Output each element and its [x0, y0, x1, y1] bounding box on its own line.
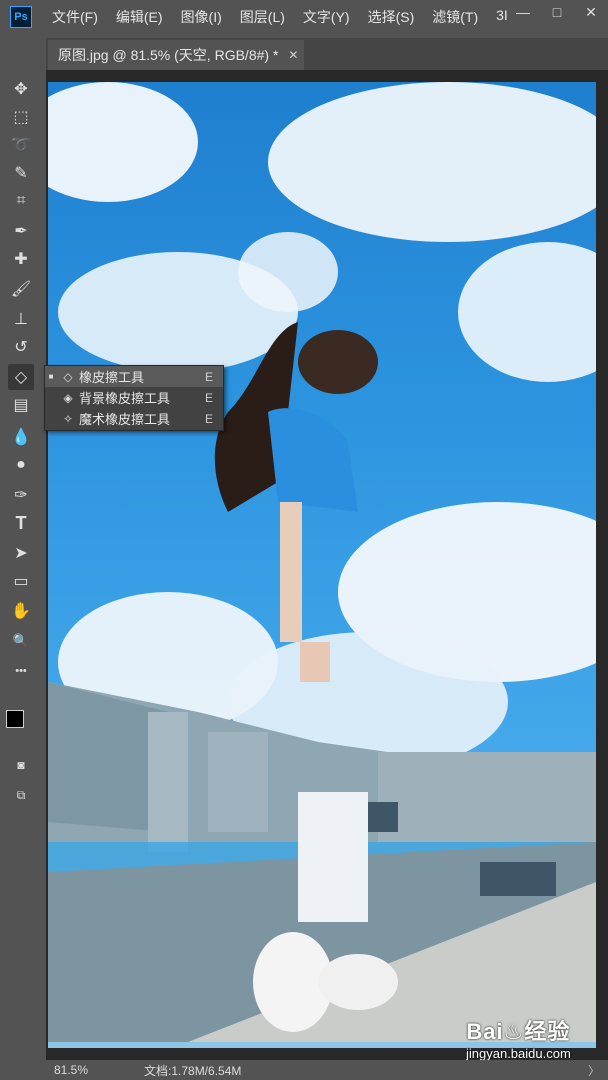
flyout-item-background-eraser[interactable]: ◈ 背景橡皮擦工具 E [45, 387, 223, 408]
photoshop-logo-icon[interactable]: Ps [10, 6, 32, 28]
flyout-item-shortcut: E [205, 369, 214, 384]
watermark-brand: Bai♨经验 [466, 1019, 571, 1044]
flyout-item-eraser[interactable]: ■ ◇ 橡皮擦工具 E [45, 366, 223, 387]
gradient-tool-icon[interactable]: ▤ [8, 392, 34, 418]
selected-bullet-icon: ■ [48, 372, 54, 381]
status-bar: 81.5% 文档:1.78M/6.54M 〉 [46, 1060, 608, 1080]
blur-tool-icon[interactable]: 💧 [8, 424, 34, 450]
photo-content [48, 82, 596, 1042]
menu-items: 文件(F) 编辑(E) 图像(I) 图层(L) 文字(Y) 选择(S) 滤镜(T… [52, 7, 526, 27]
pen-tool-icon[interactable]: ✑ [8, 482, 34, 508]
menu-layer[interactable]: 图层(L) [240, 7, 285, 27]
brush-tool-icon[interactable]: 🖌 [8, 276, 34, 302]
image-canvas[interactable] [48, 82, 596, 1048]
watermark-url: jingyan.baidu.com [466, 1046, 571, 1061]
rectangle-tool-icon[interactable]: ▭ [8, 568, 34, 594]
document-tab-title: 原图.jpg @ 81.5% (天空, RGB/8#) * [58, 47, 279, 63]
healing-brush-tool-icon[interactable]: ✚ [8, 246, 34, 272]
tools-panel: ✥ ⬚ ➰ ✎ ⌗ ✒ ✚ 🖌 ⊥ ↺ ◇ ▤ 💧 ● ✑ T ➤ ▭ ✋ 🔍 … [0, 70, 42, 810]
lasso-tool-icon[interactable]: ➰ [8, 132, 34, 158]
background-eraser-icon: ◈ [63, 390, 73, 405]
eyedropper-tool-icon[interactable]: ✒ [8, 218, 34, 244]
move-tool-icon[interactable]: ✥ [8, 76, 34, 102]
magic-eraser-icon: ✧ [62, 411, 74, 426]
path-select-tool-icon[interactable]: ➤ [8, 540, 34, 566]
menu-image[interactable]: 图像(I) [181, 7, 222, 27]
menu-filter[interactable]: 滤镜(T) [432, 7, 478, 27]
clone-stamp-tool-icon[interactable]: ⊥ [8, 306, 34, 332]
type-tool-icon[interactable]: T [8, 510, 34, 536]
more-tools-icon[interactable]: ••• [8, 658, 34, 684]
document-tab-bar: 原图.jpg @ 81.5% (天空, RGB/8#) * ✕ [46, 38, 608, 70]
document-info: 文档:1.78M/6.54M [144, 1063, 242, 1078]
zoom-tool-icon[interactable]: 🔍 [8, 628, 34, 654]
hand-tool-icon[interactable]: ✋ [8, 598, 34, 624]
crop-tool-icon[interactable]: ⌗ [8, 188, 34, 214]
zoom-level[interactable]: 81.5% [46, 1063, 136, 1077]
baidu-jingyan-watermark: Bai♨经验 jingyan.baidu.com [466, 1014, 571, 1061]
flyout-item-label: 背景橡皮擦工具 [79, 391, 171, 406]
menu-edit[interactable]: 编辑(E) [116, 7, 163, 27]
flyout-item-label: 魔术橡皮擦工具 [79, 412, 171, 427]
flyout-item-label: 橡皮擦工具 [79, 370, 145, 385]
dodge-tool-icon[interactable]: ● [8, 452, 34, 478]
flyout-item-magic-eraser[interactable]: ✧ 魔术橡皮擦工具 E [45, 408, 223, 429]
screen-mode-icon[interactable]: ⧉ [8, 782, 34, 808]
menu-select[interactable]: 选择(S) [368, 7, 415, 27]
minimize-icon[interactable]: — [506, 0, 540, 24]
window-controls: — □ ✕ [506, 0, 608, 24]
document-tab[interactable]: 原图.jpg @ 81.5% (天空, RGB/8#) * ✕ [48, 40, 304, 70]
menu-file[interactable]: 文件(F) [52, 7, 98, 27]
eraser-tool-icon[interactable]: ◇ [8, 364, 34, 390]
history-brush-tool-icon[interactable]: ↺ [8, 334, 34, 360]
eraser-tool-flyout: ■ ◇ 橡皮擦工具 E ◈ 背景橡皮擦工具 E ✧ 魔术橡皮擦工具 E [44, 365, 224, 431]
foreground-color-swatch[interactable] [6, 710, 24, 728]
quick-mask-icon[interactable]: ◙ [8, 752, 34, 778]
close-window-icon[interactable]: ✕ [574, 0, 608, 24]
flyout-item-shortcut: E [205, 390, 214, 405]
flyout-item-shortcut: E [205, 411, 214, 426]
status-menu-arrow-icon[interactable]: 〉 [588, 1062, 608, 1079]
close-tab-icon[interactable]: ✕ [288, 48, 298, 62]
menu-bar: Ps 文件(F) 编辑(E) 图像(I) 图层(L) 文字(Y) 选择(S) 滤… [0, 0, 608, 34]
quick-select-tool-icon[interactable]: ✎ [8, 160, 34, 186]
menu-type[interactable]: 文字(Y) [303, 7, 350, 27]
eraser-icon: ◇ [63, 369, 73, 384]
marquee-tool-icon[interactable]: ⬚ [8, 104, 34, 130]
maximize-icon[interactable]: □ [540, 0, 574, 24]
